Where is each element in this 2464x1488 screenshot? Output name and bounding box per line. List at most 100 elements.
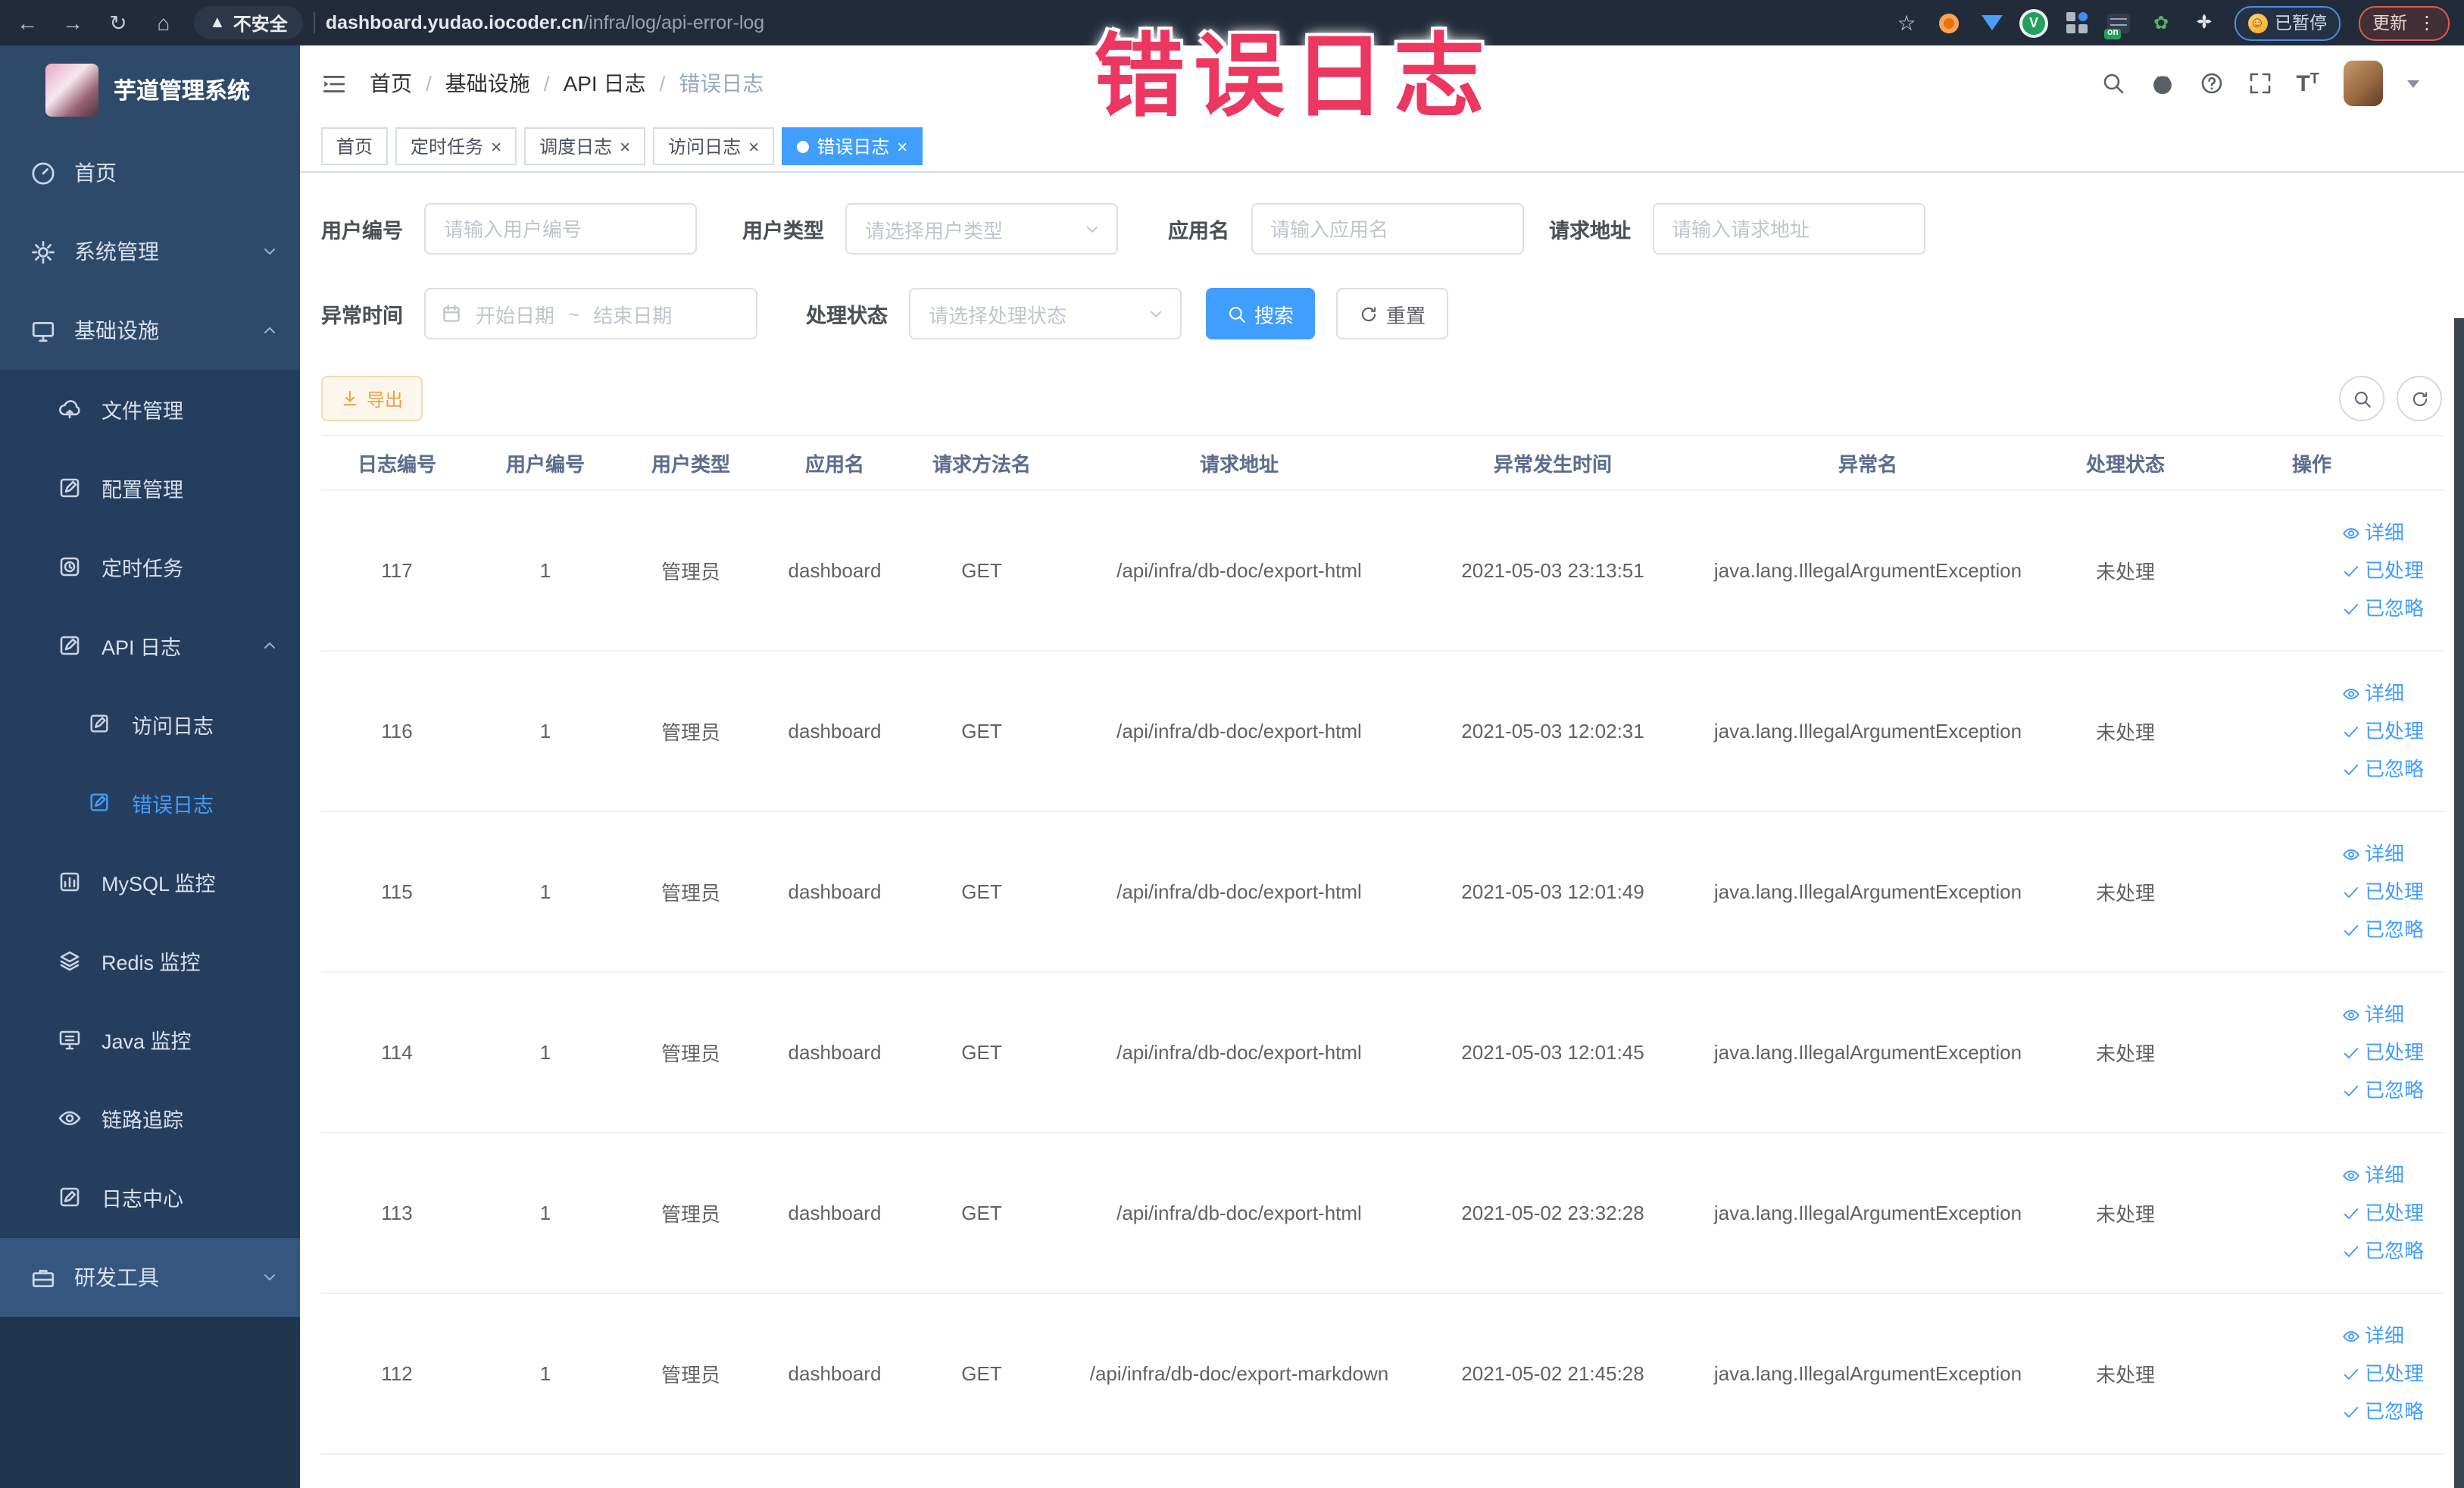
extension-orange-icon[interactable]: [1937, 11, 1961, 35]
tab-access-log[interactable]: 访问日志 ×: [653, 127, 775, 165]
app-name-input[interactable]: [1251, 203, 1523, 255]
detail-link[interactable]: 详细: [2342, 996, 2404, 1033]
sidebar-item-config-manage[interactable]: 配置管理: [0, 449, 300, 527]
tab-error-log[interactable]: 错误日志 ×: [782, 127, 923, 165]
toggle-search-icon[interactable]: [2339, 376, 2384, 421]
detail-link[interactable]: 详细: [2342, 514, 2404, 552]
mark-processed-link[interactable]: 已处理: [2342, 712, 2424, 750]
breadcrumb-home[interactable]: 首页: [370, 68, 412, 98]
mark-ignored-link[interactable]: 已忽略: [2342, 911, 2424, 949]
sidebar-item-access-log[interactable]: 访问日志: [0, 685, 300, 764]
sidebar-item-file-manage[interactable]: 文件管理: [0, 370, 300, 449]
back-icon[interactable]: ←: [15, 0, 39, 45]
exception-time-range-picker[interactable]: 开始日期 ~ 结束日期: [424, 288, 757, 339]
emoji-face-icon: ☺: [2247, 13, 2267, 33]
main-area: 首页 / 基础设施 / API 日志 / 错误日志 TT 首页 定时任务 × 调…: [300, 45, 2464, 1488]
page: ← → ↻ ⌂ ▲ 不安全 dashboard.yudao.iocoder.cn…: [0, 0, 2464, 1488]
cell-actions: 详细 已处理 已忽略: [2200, 1317, 2442, 1430]
reload-icon[interactable]: ↻: [106, 0, 130, 45]
extension-plant-icon[interactable]: ✿: [2149, 11, 2173, 35]
extensions-puzzle-icon[interactable]: [2191, 11, 2216, 35]
sidebar-item-system[interactable]: 系统管理: [0, 212, 300, 291]
extension-grid-icon[interactable]: [2064, 11, 2088, 35]
header-search-icon[interactable]: [2100, 71, 2125, 95]
detail-link[interactable]: 详细: [2342, 1156, 2404, 1194]
mark-processed-link[interactable]: 已处理: [2342, 873, 2424, 911]
page-content: 用户编号 用户类型 请选择用户类型 应用名 请求地址 异常时间: [300, 173, 2464, 1488]
mark-processed-link[interactable]: 已处理: [2342, 1033, 2424, 1071]
mark-processed-link[interactable]: 已处理: [2342, 1355, 2424, 1393]
extension-green-v-icon[interactable]: V: [2022, 11, 2046, 35]
paused-pill[interactable]: ☺ 已暂停: [2234, 5, 2341, 40]
user-type-select[interactable]: 请选择用户类型: [845, 203, 1118, 255]
table-toolbar: 导出: [321, 376, 2444, 421]
fullscreen-icon[interactable]: [2247, 71, 2272, 95]
bookmark-star-icon[interactable]: ☆: [1894, 10, 1919, 35]
logo[interactable]: 芋道管理系统: [0, 45, 300, 133]
mark-ignored-link[interactable]: 已忽略: [2342, 1071, 2424, 1109]
browser-menu-icon[interactable]: ⋮: [2418, 12, 2436, 33]
export-button[interactable]: 导出: [321, 376, 423, 421]
close-icon[interactable]: ×: [620, 137, 630, 155]
cell-process-status: 未处理: [2095, 1203, 2155, 1226]
close-icon[interactable]: ×: [491, 137, 501, 155]
search-button[interactable]: 搜索: [1206, 288, 1316, 339]
close-icon[interactable]: ×: [748, 137, 759, 155]
forward-icon[interactable]: →: [61, 0, 85, 45]
sidebar-item-log-center[interactable]: 日志中心: [0, 1158, 300, 1236]
breadcrumb: 首页 / 基础设施 / API 日志 / 错误日志: [370, 68, 764, 98]
document-pen-icon: [58, 1184, 83, 1210]
page-scrollbar[interactable]: [2454, 318, 2464, 1488]
detail-link[interactable]: 详细: [2342, 835, 2404, 873]
site-security-chip[interactable]: ▲ 不安全: [194, 6, 303, 39]
mark-processed-link[interactable]: 已处理: [2342, 552, 2424, 589]
close-icon[interactable]: ×: [897, 137, 907, 155]
cell-exception-time: 2021-05-03 12:01:49: [1461, 880, 1644, 903]
tab-cron-job[interactable]: 定时任务 ×: [395, 127, 517, 165]
breadcrumb-infra[interactable]: 基础设施: [445, 68, 530, 98]
address-bar[interactable]: dashboard.yudao.iocoder.cn/infra/log/api…: [326, 12, 764, 33]
home-icon[interactable]: ⌂: [151, 0, 176, 45]
cell-actions: 详细 已处理 已忽略: [2200, 514, 2442, 627]
avatar-caret-icon[interactable]: [2407, 80, 2419, 94]
mark-ignored-link[interactable]: 已忽略: [2342, 750, 2424, 788]
extension-on-icon[interactable]: on: [2104, 11, 2131, 39]
sidebar-item-error-log[interactable]: 错误日志: [0, 764, 300, 842]
cell-process-status: 未处理: [2095, 882, 2155, 905]
breadcrumb-api-log[interactable]: API 日志: [564, 68, 646, 98]
calendar-icon: [441, 303, 462, 324]
mark-processed-link[interactable]: 已处理: [2342, 1194, 2424, 1232]
process-status-select[interactable]: 请选择处理状态: [909, 288, 1182, 339]
sidebar-item-infra[interactable]: 基础设施: [0, 291, 300, 370]
tab-home[interactable]: 首页: [321, 127, 389, 165]
mark-ignored-link[interactable]: 已忽略: [2342, 1232, 2424, 1270]
mark-ignored-link[interactable]: 已忽略: [2342, 1393, 2424, 1430]
github-icon[interactable]: [2149, 70, 2175, 96]
sidebar-item-api-log[interactable]: API 日志: [0, 606, 300, 685]
request-url-input[interactable]: [1652, 203, 1925, 255]
refresh-icon[interactable]: [2397, 376, 2442, 421]
update-pill[interactable]: 更新 ⋮: [2359, 5, 2450, 40]
reset-button[interactable]: 重置: [1336, 288, 1449, 339]
cell-exception-time: 2021-05-03 12:01:45: [1461, 1041, 1644, 1064]
sidebar-item-devtools[interactable]: 研发工具: [0, 1236, 300, 1317]
sidebar-item-mysql-monitor[interactable]: MySQL 监控: [0, 842, 300, 921]
detail-link[interactable]: 详细: [2342, 674, 2404, 712]
extension-shield-icon[interactable]: [1979, 11, 2003, 35]
log-edit-icon: [58, 633, 83, 658]
mark-ignored-link[interactable]: 已忽略: [2342, 589, 2424, 627]
help-icon[interactable]: [2199, 71, 2223, 95]
font-size-icon[interactable]: TT: [2296, 70, 2319, 96]
cell-exception-name: java.lang.IllegalArgumentException: [1713, 1202, 2022, 1224]
user-id-input[interactable]: [424, 203, 697, 255]
detail-link[interactable]: 详细: [2342, 1317, 2404, 1355]
sidebar-item-cron-job[interactable]: 定时任务: [0, 527, 300, 606]
cell-request-url: /api/infra/db-doc/export-markdown: [1089, 1362, 1389, 1385]
hamburger-icon[interactable]: [321, 70, 347, 96]
tab-schedule-log[interactable]: 调度日志 ×: [524, 127, 646, 165]
sidebar-item-redis-monitor[interactable]: Redis 监控: [0, 921, 300, 1000]
sidebar-item-java-monitor[interactable]: Java 监控: [0, 1000, 300, 1079]
avatar[interactable]: [2344, 61, 2383, 106]
sidebar-item-trace[interactable]: 链路追踪: [0, 1079, 300, 1158]
sidebar-item-home[interactable]: 首页: [0, 133, 300, 212]
